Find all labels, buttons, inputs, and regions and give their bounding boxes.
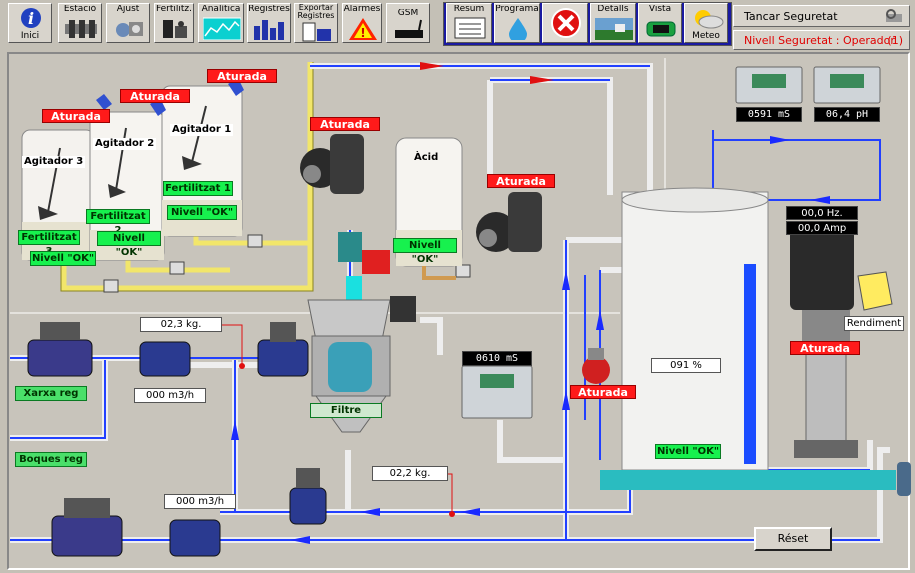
acid-level-status: Nivell "OK" [393,238,457,265]
fertilitzat1-label: Fertilitzat 1 [163,181,233,196]
main-tank-level-status: Nivell "OK" [655,444,721,459]
pressure-reading-top: 02,3 kg. [140,317,222,332]
conductivity-reading-top: 0591 mS [736,107,802,122]
agitador1-status: Aturada [207,69,277,83]
fertilitzat3-label: Fertilitzat 3 [18,230,80,257]
agitador3-status: Aturada [42,109,110,123]
pressure-reading-bottom: 02,2 kg. [372,466,448,481]
conductivity-reading-mid: 0610 mS [462,351,532,366]
tank1-level-status: Nivell "OK" [167,205,237,220]
agitador3-label: Agitador 3 [22,156,86,168]
performance-note-icon [857,271,893,311]
reset-button[interactable]: Réset [754,527,832,551]
side-panel-handle[interactable] [897,462,911,496]
amperage-reading: 00,0 Amp [786,221,858,235]
xarxa-reg-label: Xarxa reg [15,386,87,401]
dosing-pump2-status: Aturada [487,174,555,188]
boques-reg-label: Boques reg [15,452,87,467]
fertilitzat2-label: Fertilitzat 2 [86,209,150,236]
agitador2-status: Aturada [120,89,190,103]
acid-label: Àcid [414,152,439,163]
frequency-reading: 00,0 Hz. [786,206,858,220]
vertical-pump-status: Aturada [790,341,860,355]
filtre-label: Filtre [310,403,382,418]
inline-valves [27,339,327,557]
scada-window: i Inici Estació Ajust Fertilitz. Analíti… [0,0,915,573]
flow-reading-top: 000 m3/h [134,388,206,403]
rendiment-button[interactable]: Rendiment [844,316,904,331]
flow-reading-bottom: 000 m3/h [164,494,236,509]
storage-tank [621,187,769,471]
agitador2-label: Agitador 2 [93,138,157,150]
dosing-pump1-status: Aturada [310,117,380,131]
circulation-pump [582,348,610,384]
tank3-level-status: Nivell "OK" [30,251,96,266]
tank2-level-status: Nivell "OK" [97,231,161,258]
agitador1-label: Agitador 1 [170,124,234,136]
ph-reading: 06,4 pH [814,107,880,122]
process-diagram [10,58,896,557]
dosing-pump-2 [476,192,542,252]
circulation-pump-status: Aturada [570,385,636,399]
tank-level-percent: 091 % [651,358,721,373]
